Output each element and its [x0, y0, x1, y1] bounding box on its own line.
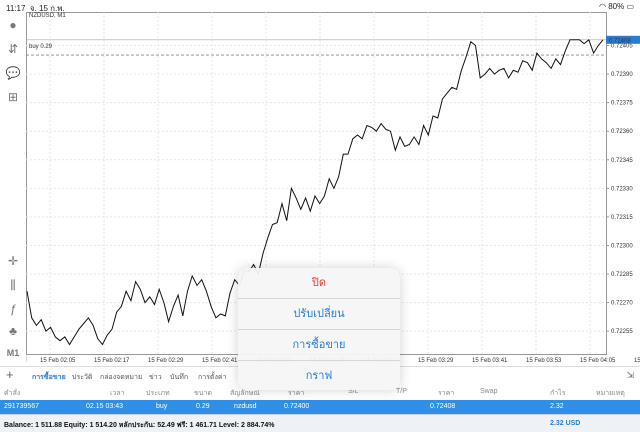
col-cur-price: ราคา [438, 390, 455, 397]
x-tick-label: 15 Feb 02:29 [148, 358, 184, 364]
menu-trade[interactable]: การซื้อขาย [238, 330, 400, 361]
col-comment: หมายเหตุ [596, 390, 625, 397]
function-icon[interactable]: ƒ [4, 300, 22, 318]
row-time: 02.15 03:43 [86, 403, 123, 410]
expand-icon[interactable]: ⇲ [626, 370, 634, 381]
tab-news[interactable]: ข่าว [149, 372, 162, 383]
add-icon[interactable]: + [6, 367, 14, 382]
x-tick-label: 15 Feb 03:41 [472, 358, 508, 364]
x-tick-label: 15 Feb 04:17 [634, 358, 640, 364]
y-tick-label: 0.72360 [611, 129, 633, 135]
y-tick-label: 0.72270 [611, 301, 633, 307]
trade-icon[interactable]: ⇵ [4, 40, 22, 58]
bottom-area [0, 432, 640, 447]
row-current-price: 0.72408 [430, 403, 456, 410]
col-size: ขนาด [194, 390, 213, 397]
balance-bar: Balance: 1 511.88 Equity: 1 514.20 หลักป… [0, 414, 640, 434]
x-tick-label: 15 Feb 04:05 [580, 358, 616, 364]
new-document-icon[interactable]: ⊞ [4, 88, 22, 106]
status-right: ◠ 80% ▭ [599, 2, 634, 11]
battery-percent: 80% [608, 2, 625, 11]
y-tick-label: 0.72315 [611, 215, 633, 221]
x-tick-label: 15 Feb 02:17 [94, 358, 130, 364]
y-tick-label: 0.72285 [611, 272, 633, 278]
tab-trade[interactable]: การซื้อขาย [32, 372, 66, 383]
col-profit: กำไร [550, 390, 566, 397]
total-profit: 2.32 USD [550, 420, 581, 427]
tab-mailbox[interactable]: กล่องจดหมาย [100, 372, 142, 383]
row-size: 0.29 [196, 403, 210, 410]
chart-symbol-label: NZDUSD, M1 [29, 13, 66, 19]
current-price-label: 0.72408 [609, 38, 631, 44]
row-type: buy [156, 403, 168, 410]
y-tick-label: 0.72330 [611, 186, 633, 192]
x-tick-label: 15 Feb 02:05 [40, 358, 76, 364]
timeframe-m1-button[interactable]: M1 [4, 344, 22, 362]
indicators-icon[interactable]: ⫼ [4, 276, 22, 294]
row-price: 0.72400 [284, 403, 310, 410]
col-swap: Swap [480, 388, 498, 395]
y-tick-label: 0.72405 [611, 44, 633, 50]
status-bar: 11:17 จ. 15 ก.พ. ◠ 80% ▭ [0, 0, 640, 13]
tab-history[interactable]: ประวัติ [72, 372, 92, 383]
context-menu: ปิด ปรับเปลี่ยน การซื้อขาย กราฟ [238, 268, 400, 390]
balance-text: Balance: 1 511.88 Equity: 1 514.20 หลักป… [4, 422, 275, 429]
row-profit: 2.32 [550, 403, 564, 410]
col-type: ประเภท [146, 390, 170, 397]
y-tick-label: 0.72255 [611, 329, 633, 335]
battery-icon: ▭ [626, 2, 634, 11]
menu-close-position[interactable]: ปิด [238, 268, 400, 299]
buy-line-label: buy 0.29 [29, 44, 53, 50]
col-time: เวลา [110, 390, 125, 397]
y-tick-label: 0.72345 [611, 158, 633, 164]
wifi-icon: ◠ [598, 2, 606, 11]
x-tick-label: 15 Feb 02:41 [202, 358, 238, 364]
account-icon[interactable]: ● [4, 16, 22, 34]
menu-chart[interactable]: กราฟ [238, 361, 400, 390]
tab-journal[interactable]: บันทึก [170, 372, 188, 383]
row-symbol: nzdusd [234, 403, 257, 410]
tab-settings[interactable]: การตั้งค่า [198, 372, 227, 383]
chart-toolbar: ● ⇵ 💬 ⊞ ✛ ⫼ ƒ ♣ M1 [0, 12, 27, 362]
row-order: 291739567 [4, 403, 40, 410]
x-tick-label: 15 Feb 03:29 [418, 358, 454, 364]
y-tick-label: 0.72375 [611, 101, 633, 107]
crosshair-icon[interactable]: ✛ [4, 252, 22, 270]
objects-icon[interactable]: ♣ [4, 322, 22, 340]
x-tick-label: 15 Feb 03:53 [526, 358, 562, 364]
y-tick-label: 0.72390 [611, 72, 633, 78]
y-tick-label: 0.72300 [611, 243, 633, 249]
menu-modify[interactable]: ปรับเปลี่ยน [238, 299, 400, 330]
col-order: คำสั่ง [4, 390, 21, 397]
chat-icon[interactable]: 💬 [4, 64, 22, 82]
table-row[interactable]: 291739567 02.15 03:43 buy 0.29 nzdusd 0.… [0, 400, 640, 414]
